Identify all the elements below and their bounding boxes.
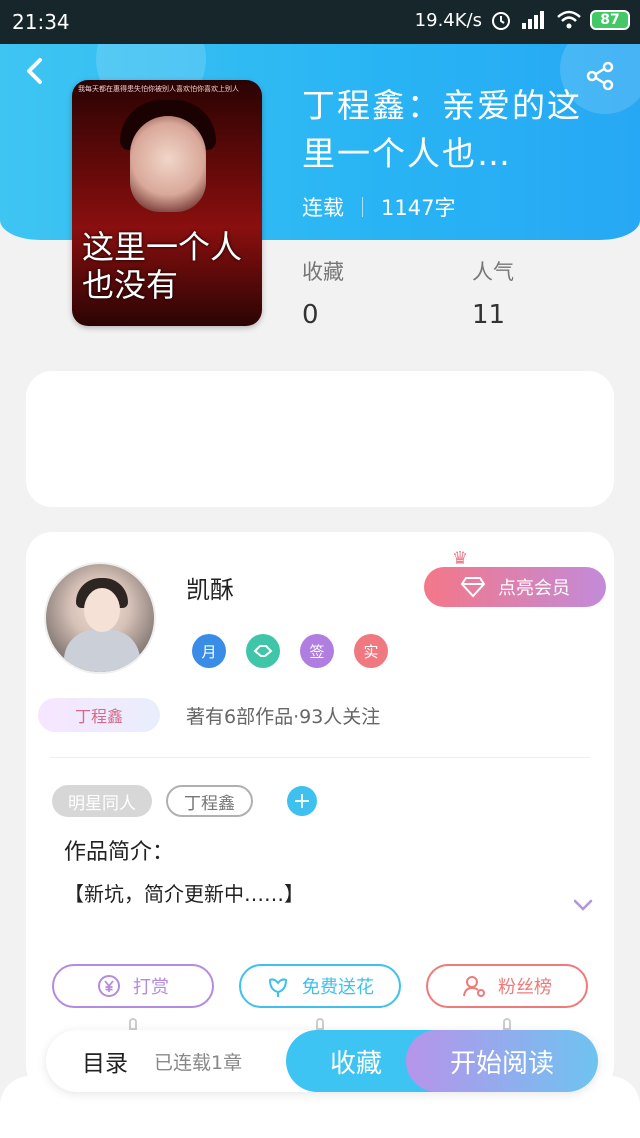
month-badge-icon[interactable]: 月 — [192, 634, 226, 668]
cover-title: 这里一个人也没有 — [82, 228, 243, 304]
network-speed: 19.4K/s — [414, 9, 482, 31]
expand-button[interactable] — [572, 894, 594, 916]
status-icons: 19.4K/s 87 — [415, 9, 630, 31]
book-cover[interactable]: 我每天都在惠得患失怕你被别人喜欢怕你喜欢上别人 这里一个人也没有 — [72, 80, 262, 326]
book-title: 丁程鑫：亲爱的这里一个人也… — [302, 86, 582, 173]
crown-icon: ♛ — [452, 548, 469, 569]
word-count: 1147字 — [381, 196, 456, 220]
fan-user-icon — [462, 974, 486, 998]
tip-button[interactable]: 打赏 — [52, 964, 214, 1008]
verified-badge-icon[interactable]: 实 — [354, 634, 388, 668]
plus-icon: + — [292, 788, 312, 814]
stat-label: 人气 — [472, 260, 514, 284]
sign-badge-icon[interactable]: 签 — [300, 634, 334, 668]
flower-icon — [266, 974, 290, 998]
handshake-badge-icon[interactable] — [246, 634, 280, 668]
serial-info: 已连载1章 — [154, 1052, 243, 1074]
status-bar: 21:34 19.4K/s 87 — [0, 0, 640, 44]
author-info: 著有6部作品·93人关注 — [186, 706, 381, 728]
cover-portrait — [130, 116, 206, 212]
diamond-icon — [460, 577, 486, 598]
avatar-body — [64, 630, 140, 672]
author-badges: 月 签 实 — [192, 634, 388, 668]
back-chevron-icon — [27, 58, 42, 84]
author-tag: 丁程鑫 — [38, 698, 160, 732]
toc-button[interactable]: 目录 — [82, 1044, 128, 1078]
divider — [50, 757, 590, 758]
chevron-down-icon — [573, 899, 593, 911]
stat-value: 11 — [472, 300, 506, 330]
stat-popularity: 人气 11 — [472, 256, 514, 330]
alarm-icon — [492, 12, 510, 30]
book-meta: 连载 1147字 — [302, 192, 455, 222]
tag-item[interactable]: 明星同人 — [52, 785, 152, 817]
hd-signal-icon — [522, 11, 544, 29]
fan-rank-label: 粉丝榜 — [498, 977, 552, 998]
stat-value: 0 — [302, 300, 319, 330]
battery-icon: 87 — [590, 10, 630, 30]
tag-row: 明星同人 丁程鑫 + — [52, 785, 317, 817]
stat-collect: 收藏 0 — [302, 256, 344, 330]
author-name[interactable]: 凯酥 — [186, 570, 234, 605]
intro-title: 作品简介： — [64, 840, 175, 865]
start-reading-button[interactable]: 开始阅读 — [406, 1030, 598, 1092]
pin-decor — [129, 1018, 137, 1030]
pin-decor — [316, 1018, 324, 1030]
send-flower-label: 免费送花 — [302, 977, 374, 998]
back-button[interactable] — [20, 56, 54, 90]
stat-label: 收藏 — [302, 260, 344, 284]
avatar-head — [84, 588, 120, 632]
vip-button-label: 点亮会员 — [498, 578, 570, 599]
meta-divider — [362, 197, 363, 217]
intro-text: 【新坑，简介更新中……】 — [64, 882, 304, 906]
book-status: 连载 — [302, 196, 344, 220]
cover-tagline: 我每天都在惠得患失怕你被别人喜欢怕你喜欢上别人 — [78, 85, 239, 93]
tip-label: 打赏 — [133, 977, 169, 998]
add-tag-button[interactable]: + — [287, 786, 317, 816]
status-time: 21:34 — [12, 10, 70, 34]
pin-decor — [503, 1018, 511, 1030]
fan-rank-button[interactable]: 粉丝榜 — [426, 964, 588, 1008]
yen-icon — [97, 974, 121, 998]
send-flower-button[interactable]: 免费送花 — [239, 964, 401, 1008]
vip-button[interactable]: 点亮会员 — [424, 567, 606, 607]
empty-card — [26, 371, 614, 507]
avatar[interactable] — [44, 562, 156, 674]
wifi-icon — [557, 10, 581, 29]
tag-item[interactable]: 丁程鑫 — [166, 785, 253, 817]
